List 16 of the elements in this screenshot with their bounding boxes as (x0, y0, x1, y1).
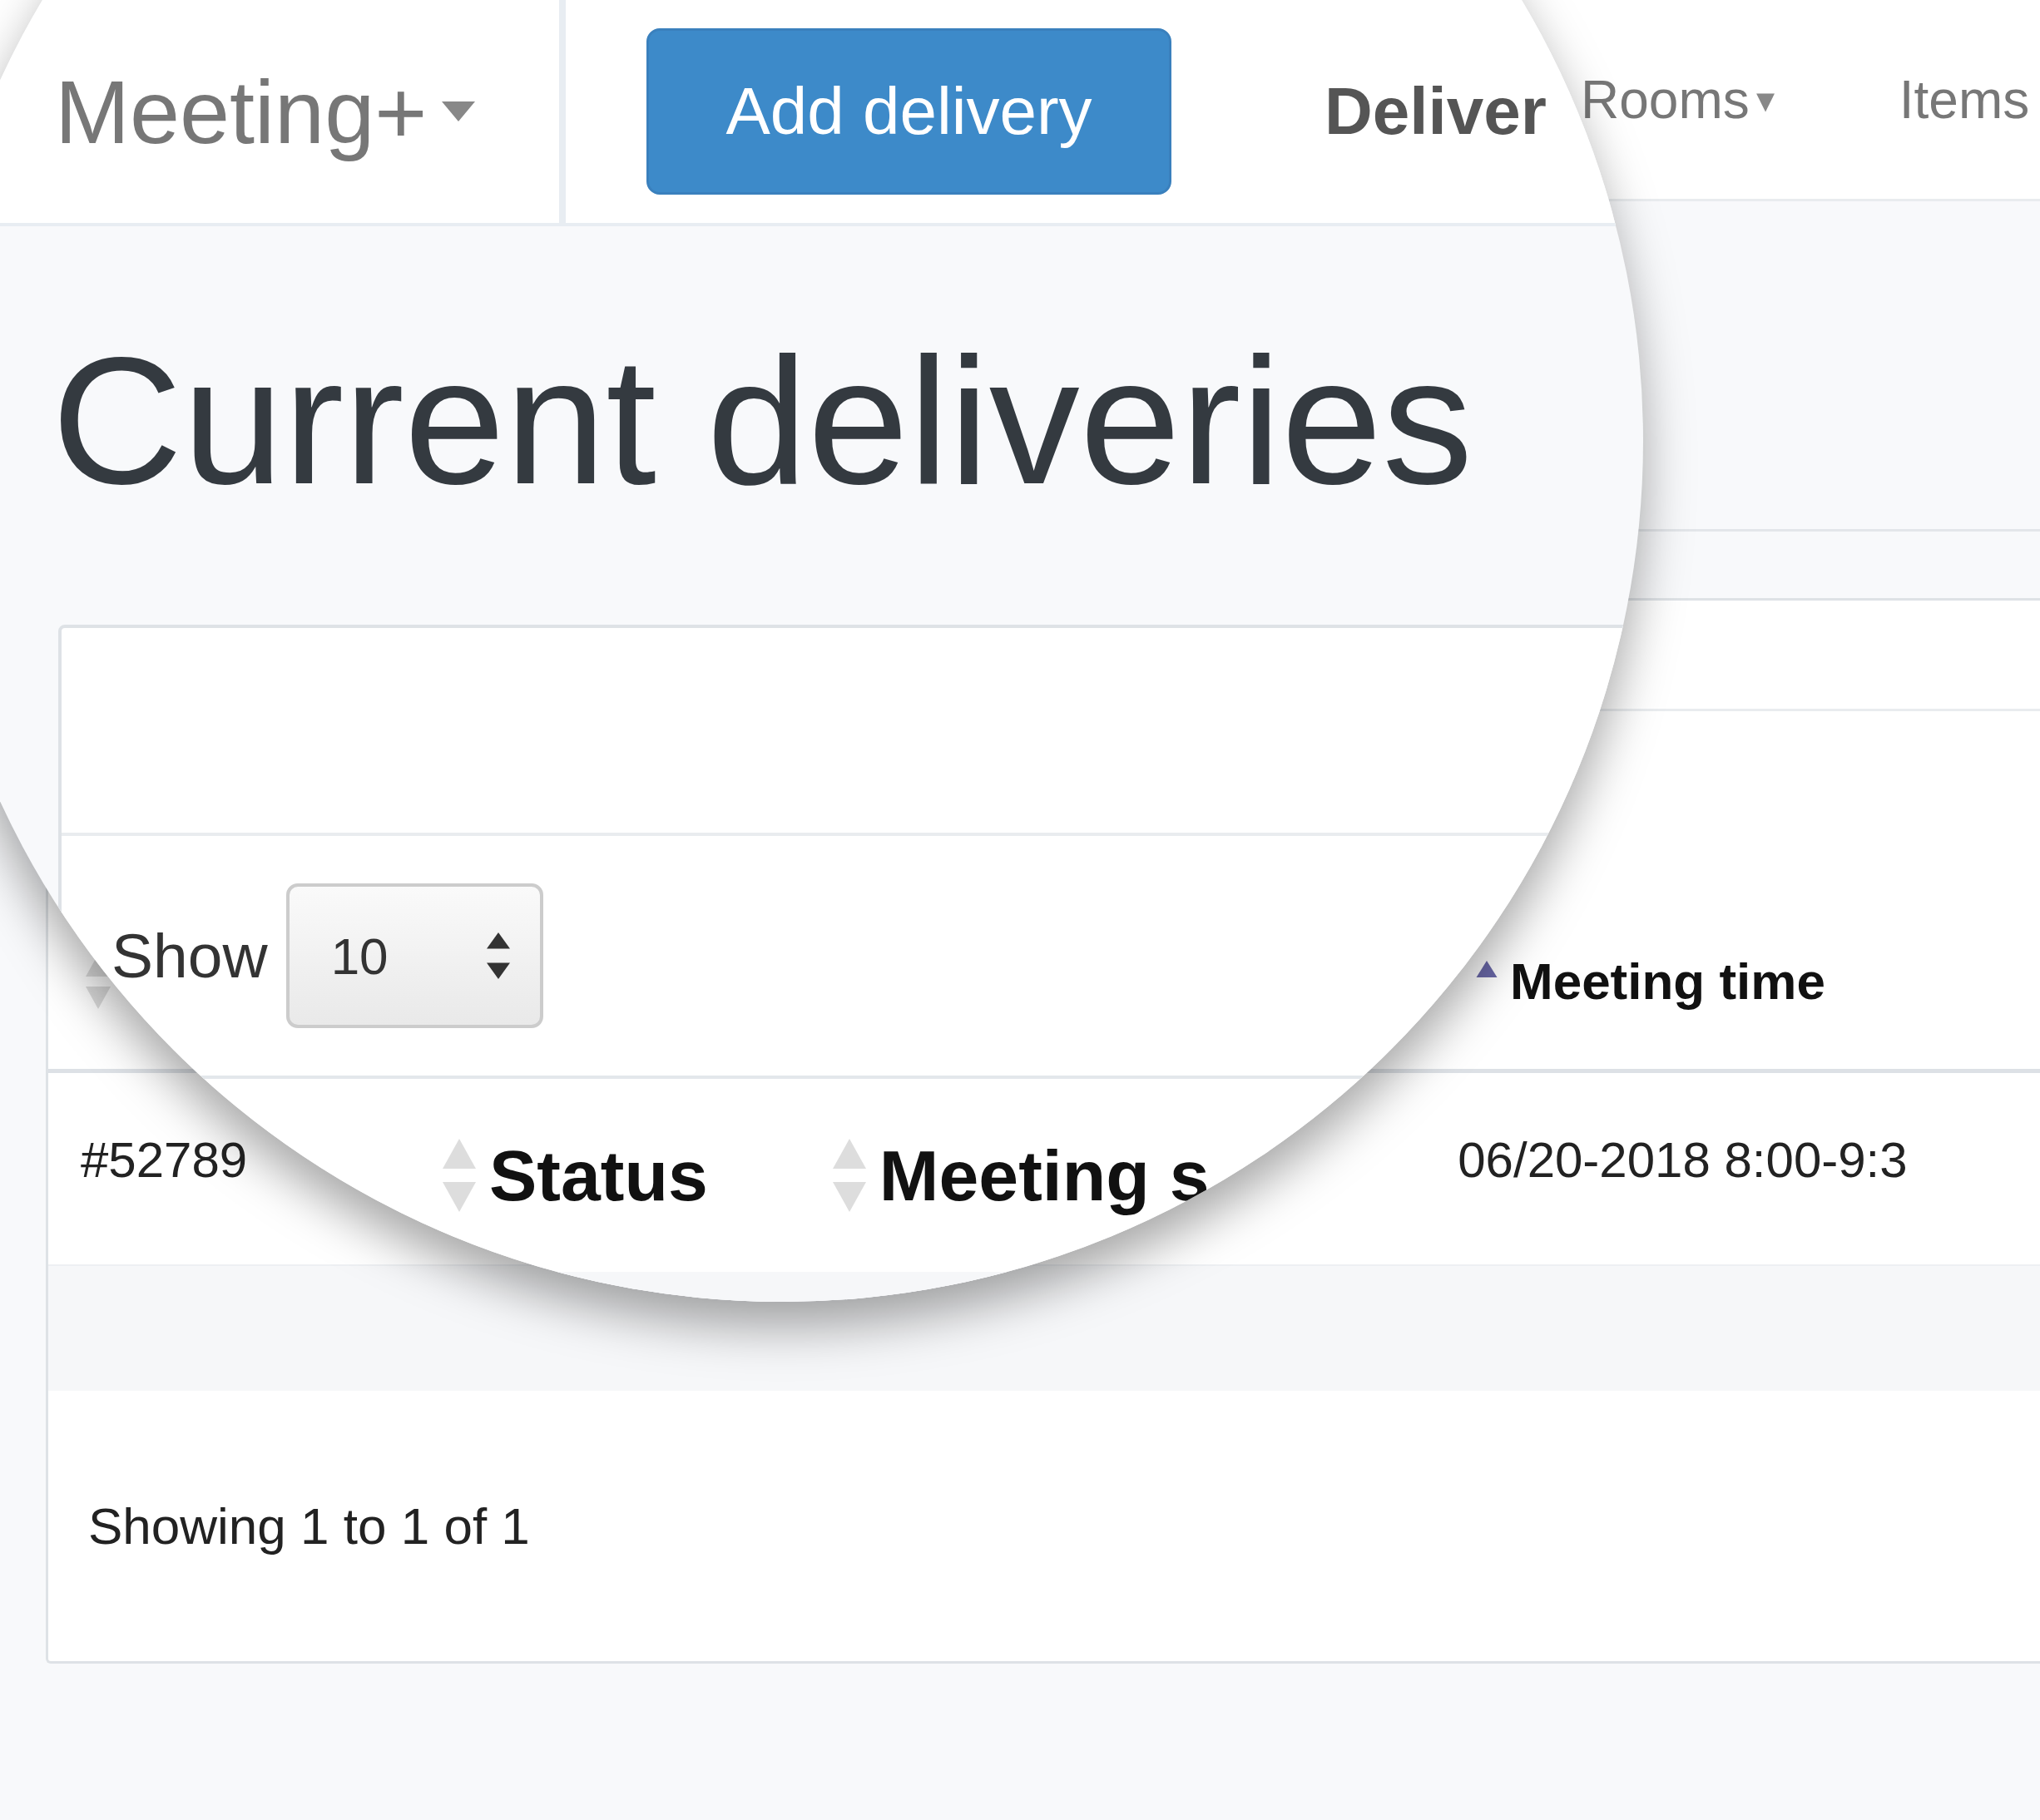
sort-ascending-icon (1475, 961, 1498, 977)
length-select[interactable]: 10 (285, 883, 543, 1028)
length-label: Show (111, 920, 268, 992)
table-info: Showing 1 to 1 of 1 (88, 1496, 530, 1555)
nav-link[interactable]: Items (1899, 68, 2030, 131)
sort-icon[interactable] (832, 1138, 866, 1213)
caret-icon: ▾ (1755, 78, 1775, 121)
page-heading: Current deliveries (51, 330, 1474, 512)
nav-link[interactable]: Deliver (1325, 73, 1547, 150)
brand-menu[interactable]: Meeting+ (55, 59, 478, 164)
caret-icon (440, 101, 478, 121)
add-delivery-button[interactable]: Add delivery (646, 28, 1171, 195)
sort-icon[interactable] (443, 1138, 476, 1213)
column-header[interactable]: Status (489, 1134, 708, 1217)
table-cell: #52789 (81, 1131, 248, 1189)
table-cell: 06/20-2018 8:00-9:3 (1458, 1131, 1908, 1189)
